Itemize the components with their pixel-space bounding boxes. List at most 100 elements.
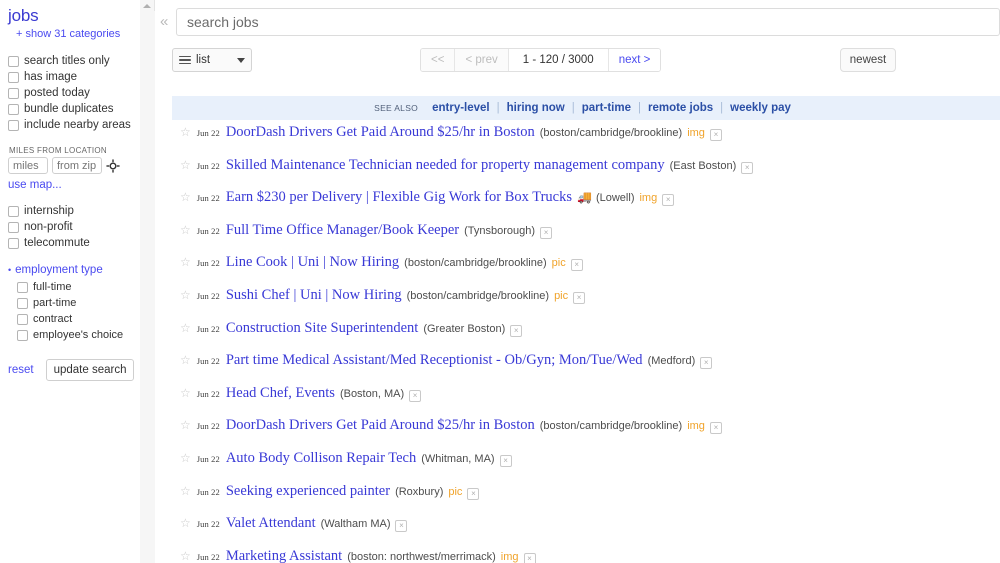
- favorite-star-icon[interactable]: ☆: [180, 517, 191, 529]
- listing-row[interactable]: ☆ Jun 22 DoorDash Drivers Get Paid Around …: [172, 417, 1000, 450]
- favorite-star-icon[interactable]: ☆: [180, 354, 191, 366]
- hide-listing-icon[interactable]: ×: [570, 259, 583, 272]
- listing-row[interactable]: ☆ Jun 22 Seeking experienced painter (Roxbu…: [172, 483, 1000, 516]
- filter-search-titles-only[interactable]: search titles only: [8, 53, 140, 69]
- listing-title-link[interactable]: Sushi Chef | Uni | Now Hiring: [226, 287, 402, 304]
- hide-listing-icon[interactable]: ×: [709, 422, 722, 435]
- listing-row[interactable]: ☆ Jun 22 Skilled Maintenance Technician ne…: [172, 157, 1000, 190]
- employment-type-group-header[interactable]: • employment type: [8, 264, 140, 276]
- listing-title-link[interactable]: Earn $230 per Delivery | Flexible Gig Wo…: [226, 189, 572, 206]
- listing-title-link[interactable]: Part time Medical Assistant/Med Receptio…: [226, 352, 643, 369]
- listing-row[interactable]: ☆ Jun 22 DoorDash Drivers Get Paid Around …: [172, 124, 1000, 157]
- filter-bundle-duplicates[interactable]: bundle duplicates: [8, 101, 140, 117]
- favorite-star-icon[interactable]: ☆: [180, 191, 191, 203]
- checkbox[interactable]: [8, 205, 19, 217]
- listing-row[interactable]: ☆ Jun 22 Auto Body Collison Repair Tech (Wh…: [172, 450, 1000, 483]
- filter-contract[interactable]: contract: [17, 311, 140, 327]
- listing-row[interactable]: ☆ Jun 22 Part time Medical Assistant/Med R…: [172, 352, 1000, 385]
- see-also-link-part-time[interactable]: part-time: [575, 102, 638, 114]
- favorite-star-icon[interactable]: ☆: [180, 159, 191, 171]
- hide-listing-icon[interactable]: ×: [523, 552, 536, 563]
- favorite-star-icon[interactable]: ☆: [180, 485, 191, 497]
- checkbox[interactable]: [17, 329, 28, 341]
- sidebar-scrollbar[interactable]: [140, 0, 155, 563]
- listing-title-link[interactable]: DoorDash Drivers Get Paid Around $25/hr …: [226, 417, 535, 434]
- listing-media-tag[interactable]: pic: [554, 290, 568, 302]
- listing-media-tag[interactable]: img: [687, 420, 705, 432]
- listing-title-link[interactable]: Marketing Assistant: [226, 548, 342, 563]
- hide-listing-icon[interactable]: ×: [540, 226, 553, 239]
- see-also-link-hiring-now[interactable]: hiring now: [500, 102, 572, 114]
- filter-posted-today[interactable]: posted today: [8, 85, 140, 101]
- pagination-prev-button[interactable]: < prev: [455, 49, 509, 71]
- hide-listing-icon[interactable]: ×: [467, 487, 480, 500]
- listing-media-tag[interactable]: img: [687, 127, 705, 139]
- listing-media-tag[interactable]: pic: [448, 486, 462, 498]
- listing-title-link[interactable]: Construction Site Superintendent: [226, 320, 419, 337]
- filter-has-image[interactable]: has image: [8, 69, 140, 85]
- hide-listing-icon[interactable]: ×: [662, 194, 675, 207]
- checkbox[interactable]: [8, 237, 19, 249]
- see-also-link-entry-level[interactable]: entry-level: [425, 102, 497, 114]
- filter-full-time[interactable]: full-time: [17, 279, 140, 295]
- favorite-star-icon[interactable]: ☆: [180, 419, 191, 431]
- checkbox[interactable]: [8, 71, 19, 83]
- see-also-link-weekly-pay[interactable]: weekly pay: [723, 102, 798, 114]
- zip-input[interactable]: [52, 157, 102, 174]
- filter-telecommute[interactable]: telecommute: [8, 235, 140, 251]
- sort-newest-button[interactable]: newest: [840, 48, 896, 72]
- listing-media-tag[interactable]: img: [639, 192, 657, 204]
- favorite-star-icon[interactable]: ☆: [180, 387, 191, 399]
- crosshair-locate-icon[interactable]: [106, 158, 120, 173]
- scroll-up-arrow-icon[interactable]: [143, 4, 151, 8]
- favorite-star-icon[interactable]: ☆: [180, 126, 191, 138]
- favorite-star-icon[interactable]: ☆: [180, 289, 191, 301]
- view-mode-dropdown[interactable]: list: [172, 48, 252, 72]
- favorite-star-icon[interactable]: ☆: [180, 550, 191, 562]
- checkbox[interactable]: [8, 103, 19, 115]
- checkbox[interactable]: [8, 221, 19, 233]
- listing-row[interactable]: ☆ Jun 22 Line Cook | Uni | Now Hiring (bost…: [172, 254, 1000, 287]
- use-map-link[interactable]: use map...: [8, 179, 140, 191]
- hide-listing-icon[interactable]: ×: [499, 454, 512, 467]
- filter-internship[interactable]: internship: [8, 203, 140, 219]
- listing-title-link[interactable]: Valet Attendant: [226, 515, 316, 532]
- listing-row[interactable]: ☆ Jun 22 Valet Attendant (Waltham MA) ×: [172, 515, 1000, 548]
- listing-row[interactable]: ☆ Jun 22 Sushi Chef | Uni | Now Hiring (bos…: [172, 287, 1000, 320]
- listing-title-link[interactable]: Seeking experienced painter: [226, 483, 390, 500]
- listing-media-tag[interactable]: img: [501, 551, 519, 563]
- favorite-star-icon[interactable]: ☆: [180, 452, 191, 464]
- checkbox[interactable]: [17, 281, 28, 293]
- listing-title-link[interactable]: Auto Body Collison Repair Tech: [226, 450, 416, 467]
- listing-title-link[interactable]: Line Cook | Uni | Now Hiring: [226, 254, 399, 271]
- listing-title-link[interactable]: DoorDash Drivers Get Paid Around $25/hr …: [226, 124, 535, 141]
- listing-row[interactable]: ☆ Jun 22 Head Chef, Events (Boston, MA) ×: [172, 385, 1000, 418]
- scrollbar-track[interactable]: [140, 11, 155, 563]
- hide-listing-icon[interactable]: ×: [510, 324, 523, 337]
- filter-non-profit[interactable]: non-profit: [8, 219, 140, 235]
- search-input[interactable]: [176, 8, 1000, 36]
- checkbox[interactable]: [8, 55, 19, 67]
- checkbox[interactable]: [17, 313, 28, 325]
- listing-title-link[interactable]: Skilled Maintenance Technician needed fo…: [226, 157, 665, 174]
- hide-listing-icon[interactable]: ×: [395, 520, 408, 533]
- hide-listing-icon[interactable]: ×: [573, 291, 586, 304]
- hide-listing-icon[interactable]: ×: [741, 161, 754, 174]
- show-categories-link[interactable]: + show 31 categories: [16, 27, 140, 41]
- listing-row[interactable]: ☆ Jun 22 Full Time Office Manager/Book Kee…: [172, 222, 1000, 255]
- listing-title-link[interactable]: Full Time Office Manager/Book Keeper: [226, 222, 459, 239]
- reset-link[interactable]: reset: [8, 364, 34, 376]
- hide-listing-icon[interactable]: ×: [700, 357, 713, 370]
- filter-include-nearby-areas[interactable]: include nearby areas: [8, 117, 140, 133]
- favorite-star-icon[interactable]: ☆: [180, 224, 191, 236]
- hide-listing-icon[interactable]: ×: [709, 129, 722, 141]
- checkbox[interactable]: [17, 297, 28, 309]
- listing-title-link[interactable]: Head Chef, Events: [226, 385, 335, 402]
- listing-row[interactable]: ☆ Jun 22 Earn $230 per Delivery | Flexible…: [172, 189, 1000, 222]
- listing-row[interactable]: ☆ Jun 22 Construction Site Superintendent (…: [172, 320, 1000, 353]
- listing-media-tag[interactable]: pic: [552, 257, 566, 269]
- pagination-next-button[interactable]: next >: [608, 49, 661, 71]
- checkbox[interactable]: [8, 119, 19, 131]
- favorite-star-icon[interactable]: ☆: [180, 256, 191, 268]
- collapse-sidebar-icon[interactable]: «: [160, 14, 168, 29]
